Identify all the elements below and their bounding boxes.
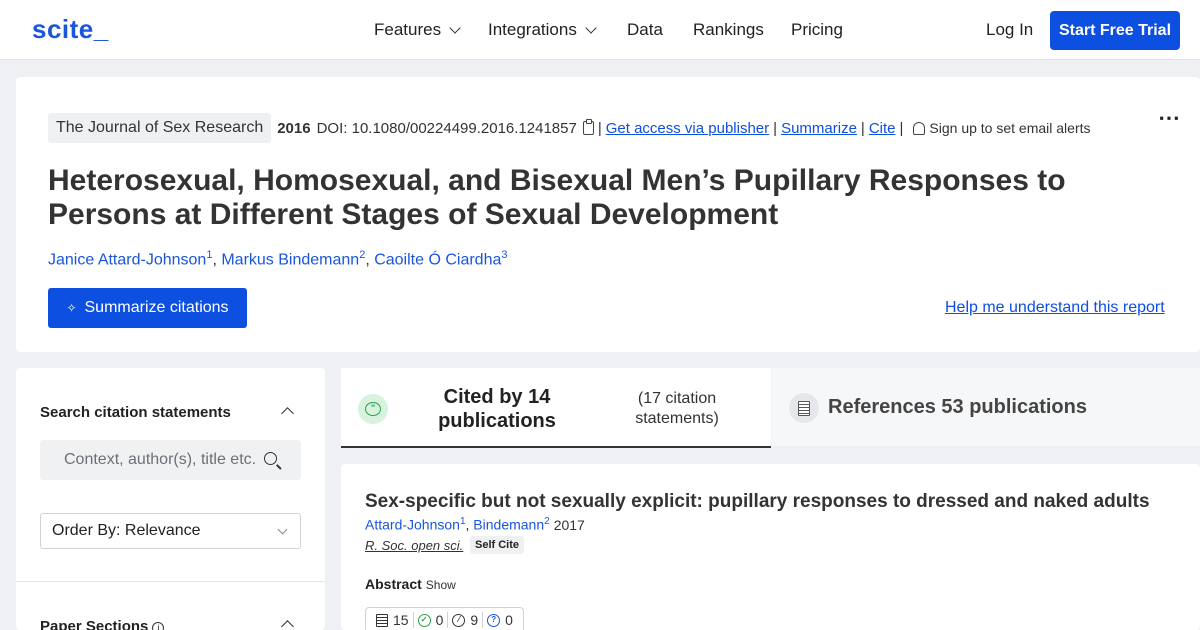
unclassified-stat[interactable]: ? 0 — [482, 612, 517, 628]
nav-features[interactable]: Features — [374, 20, 461, 40]
top-nav: scite_ Features Integrations Data Rankin… — [0, 0, 1200, 60]
citing-paper-authors: Attard-Johnson1, Bindemann2 2017 — [365, 516, 585, 533]
cited-by-label: Cited by 14 publications — [438, 386, 556, 432]
author-link[interactable]: Markus Bindemann — [221, 251, 359, 268]
order-by-value: Order By: Relevance — [52, 522, 201, 539]
slash-circle-icon: ⁄ — [452, 613, 466, 627]
abstract-toggle: Abstract Show — [365, 576, 456, 592]
bell-icon[interactable] — [913, 121, 926, 135]
citing-paper-title[interactable]: Sex-specific but not sexually explicit: … — [365, 491, 1150, 513]
chevron-up-icon[interactable] — [281, 620, 294, 630]
question-circle-icon: ? — [487, 613, 501, 627]
author-link[interactable]: Attard-Johnson — [365, 517, 460, 533]
contrasting-stat[interactable]: ⁄ 9 — [447, 612, 482, 628]
citation-search-input[interactable]: Context, author(s), title etc. — [40, 440, 301, 480]
cite-link[interactable]: Cite — [869, 120, 896, 137]
sparkle-icon: ✧ — [66, 301, 77, 315]
citation-stats: 15 ✓ 0 ⁄ 9 ? 0 — [365, 607, 524, 630]
nav-rankings[interactable]: Rankings — [693, 20, 764, 40]
start-free-trial-button[interactable]: Start Free Trial — [1050, 11, 1180, 50]
document-list-icon — [376, 613, 388, 627]
paper-doi: DOI: 10.1080/00224499.2016.1241857 — [316, 119, 577, 137]
tab-cited-by[interactable]: ” Cited by 14 publications (17 citation … — [341, 368, 771, 448]
citation-statements-count: (17 citation statements) — [635, 390, 719, 427]
search-statements-heading: Search citation statements — [40, 404, 231, 421]
paper-title: Heterosexual, Homosexual, and Bisexual M… — [48, 164, 1066, 231]
author-link[interactable]: Janice Attard-Johnson — [48, 251, 206, 268]
supporting-stat[interactable]: ✓ 0 — [412, 612, 448, 628]
chevron-down-icon — [277, 524, 288, 535]
nav-features-label: Features — [374, 20, 442, 39]
tab-references[interactable]: References 53 publications — [772, 368, 1200, 446]
check-circle-icon: ✓ — [417, 613, 431, 627]
divider — [16, 581, 325, 582]
mentioning-stat[interactable]: 15 — [372, 612, 413, 628]
search-icon[interactable] — [264, 452, 277, 465]
info-icon[interactable]: i — [152, 622, 165, 630]
citation-card: Sex-specific but not sexually explicit: … — [341, 464, 1200, 630]
paper-sections-heading: Paper Sections i — [40, 618, 165, 630]
citing-paper-journal[interactable]: R. Soc. open sci. — [365, 538, 463, 553]
search-placeholder: Context, author(s), title etc. — [64, 451, 257, 468]
copy-clipboard-icon[interactable] — [582, 119, 594, 135]
nav-pricing[interactable]: Pricing — [791, 20, 843, 40]
references-label: References 53 publications — [828, 396, 1087, 418]
login-link[interactable]: Log In — [986, 20, 1033, 40]
paper-header: The Journal of Sex Research 2016 DOI: 10… — [16, 77, 1200, 352]
order-by-select[interactable]: Order By: Relevance — [40, 513, 301, 549]
paper-meta: The Journal of Sex Research 2016 DOI: 10… — [48, 113, 1091, 143]
chevron-down-icon — [585, 21, 597, 34]
paper-year: 2016 — [277, 119, 311, 137]
citing-paper-year: 2017 — [553, 516, 585, 533]
nav-integrations[interactable]: Integrations — [488, 20, 597, 40]
citation-filters-panel: Search citation statements Context, auth… — [16, 368, 325, 630]
document-icon — [789, 393, 819, 423]
summarize-citations-label: Summarize citations — [84, 299, 229, 316]
scite-logo[interactable]: scite_ — [32, 14, 109, 45]
summarize-citations-button[interactable]: ✧ Summarize citations — [48, 288, 247, 328]
paper-authors: Janice Attard-Johnson1, Markus Bindemann… — [48, 249, 508, 269]
author-link[interactable]: Caoilte Ó Ciardha — [374, 251, 501, 268]
journal-name[interactable]: The Journal of Sex Research — [48, 113, 272, 143]
summarize-link[interactable]: Summarize — [781, 120, 857, 137]
author-link[interactable]: Bindemann — [473, 517, 544, 533]
help-understand-link[interactable]: Help me understand this report — [945, 299, 1165, 317]
self-cite-badge: Self Cite — [470, 536, 525, 554]
get-access-link[interactable]: Get access via publisher — [606, 120, 769, 137]
chevron-down-icon — [449, 21, 461, 34]
chevron-up-icon[interactable] — [281, 407, 294, 420]
email-alerts-link[interactable]: Sign up to set email alerts — [929, 120, 1090, 136]
show-abstract-link[interactable]: Show — [426, 578, 456, 592]
nav-data[interactable]: Data — [627, 20, 663, 40]
nav-integrations-label: Integrations — [488, 20, 577, 39]
quote-bubble-icon: ” — [358, 394, 388, 424]
more-options-icon[interactable]: ⋯ — [1158, 105, 1182, 131]
